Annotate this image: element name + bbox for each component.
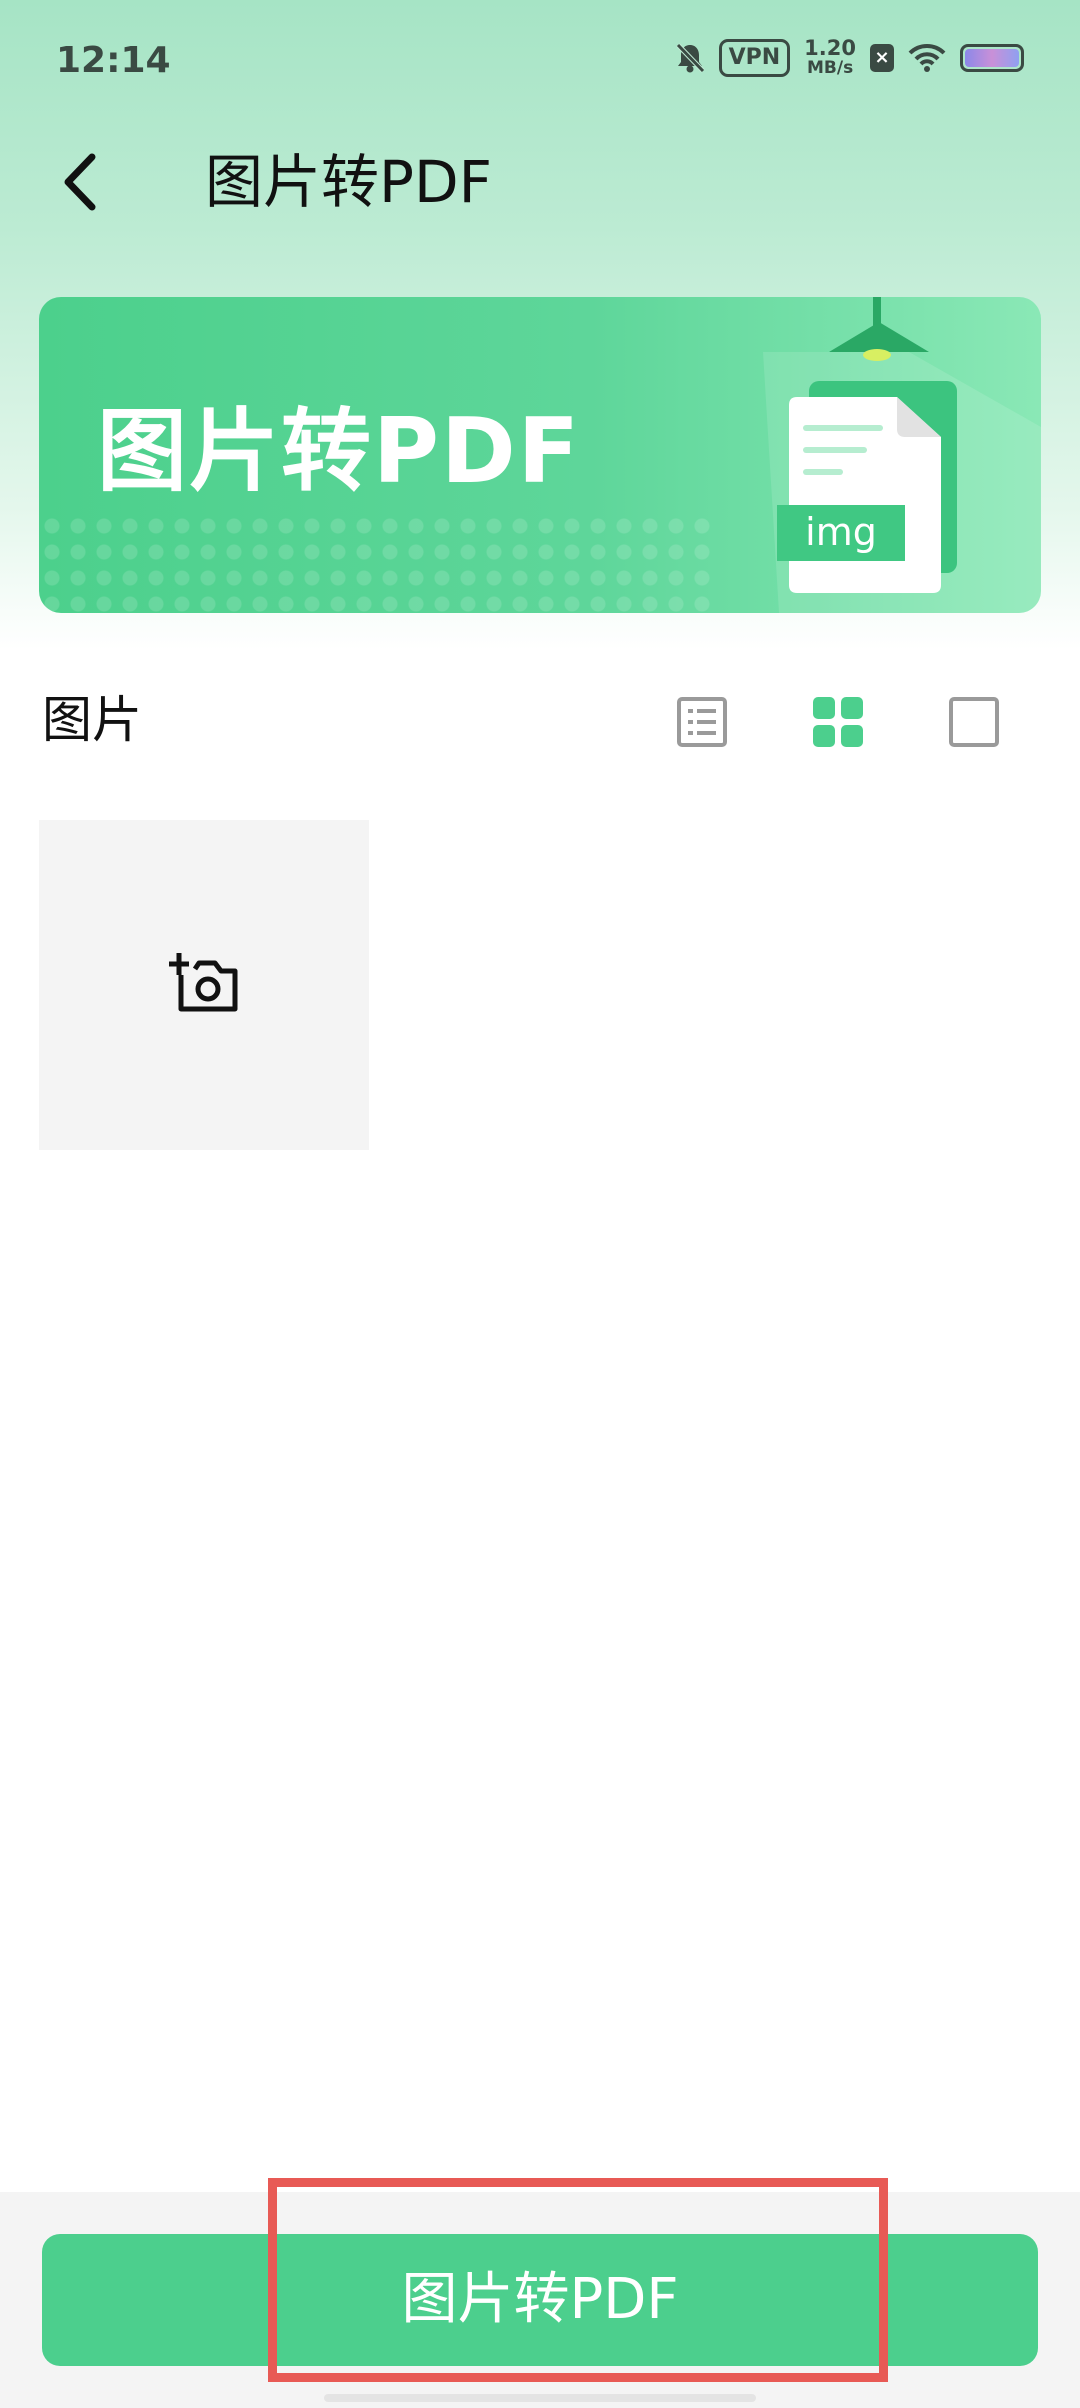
feature-banner: 图片转PDF img	[39, 297, 1041, 613]
section-header: 图片	[0, 660, 1080, 780]
banner-pattern	[39, 513, 719, 613]
banner-title: 图片转PDF	[97, 399, 582, 504]
network-speed: 1.20 MB/s	[804, 36, 856, 79]
status-icons: VPN 1.20 MB/s ×	[675, 38, 1024, 78]
speed-value: 1.20	[804, 36, 856, 60]
add-image-tile[interactable]	[39, 820, 369, 1150]
status-time: 12:14	[56, 40, 171, 81]
img-badge: img	[777, 505, 905, 561]
bottom-action-bar: 图片转PDF	[0, 2192, 1080, 2408]
bell-off-icon	[675, 42, 705, 74]
list-view-icon[interactable]	[672, 692, 732, 752]
vpn-icon: VPN	[718, 39, 791, 77]
grid-view-icon[interactable]	[808, 692, 868, 752]
chevron-left-icon	[58, 151, 102, 217]
single-view-icon[interactable]	[944, 692, 1004, 752]
status-bar: 12:14 VPN 1.20 MB/s ×	[0, 0, 1080, 120]
speed-unit: MB/s	[806, 58, 854, 78]
document-image-illustration	[763, 297, 1041, 613]
battery-level	[965, 49, 1019, 67]
convert-to-pdf-button[interactable]: 图片转PDF	[42, 2234, 1038, 2366]
page-title: 图片转PDF	[205, 148, 492, 216]
close-icon: ×	[870, 44, 894, 72]
home-indicator[interactable]	[324, 2394, 756, 2402]
wifi-icon	[908, 43, 946, 73]
nav-bar: 图片转PDF	[0, 120, 1080, 240]
section-title: 图片	[42, 691, 142, 749]
add-camera-icon	[169, 951, 239, 1019]
battery-icon	[960, 44, 1024, 72]
back-button[interactable]	[40, 144, 120, 224]
